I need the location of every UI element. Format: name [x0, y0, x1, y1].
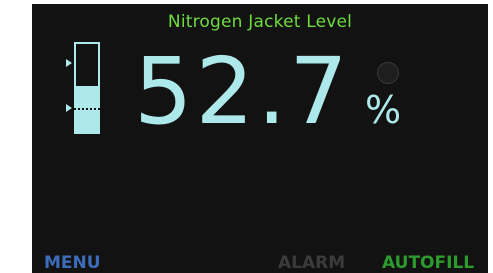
alarm-button[interactable]: ALARM — [278, 253, 345, 273]
level-unit: % — [365, 88, 402, 132]
upper-marker-icon — [66, 59, 72, 67]
lower-threshold-line — [74, 108, 100, 110]
lower-marker-icon — [66, 104, 72, 112]
screen-title: Nitrogen Jacket Level — [167, 12, 353, 32]
level-gauge — [74, 42, 100, 134]
menu-button[interactable]: MENU — [44, 253, 101, 273]
autofill-button[interactable]: AUTOFILL — [382, 253, 474, 273]
display-screen: Nitrogen Jacket Level 52.7 % MENU ALARM … — [32, 4, 488, 273]
level-reading: 52.7 — [134, 38, 351, 145]
status-indicator-icon — [377, 62, 399, 84]
